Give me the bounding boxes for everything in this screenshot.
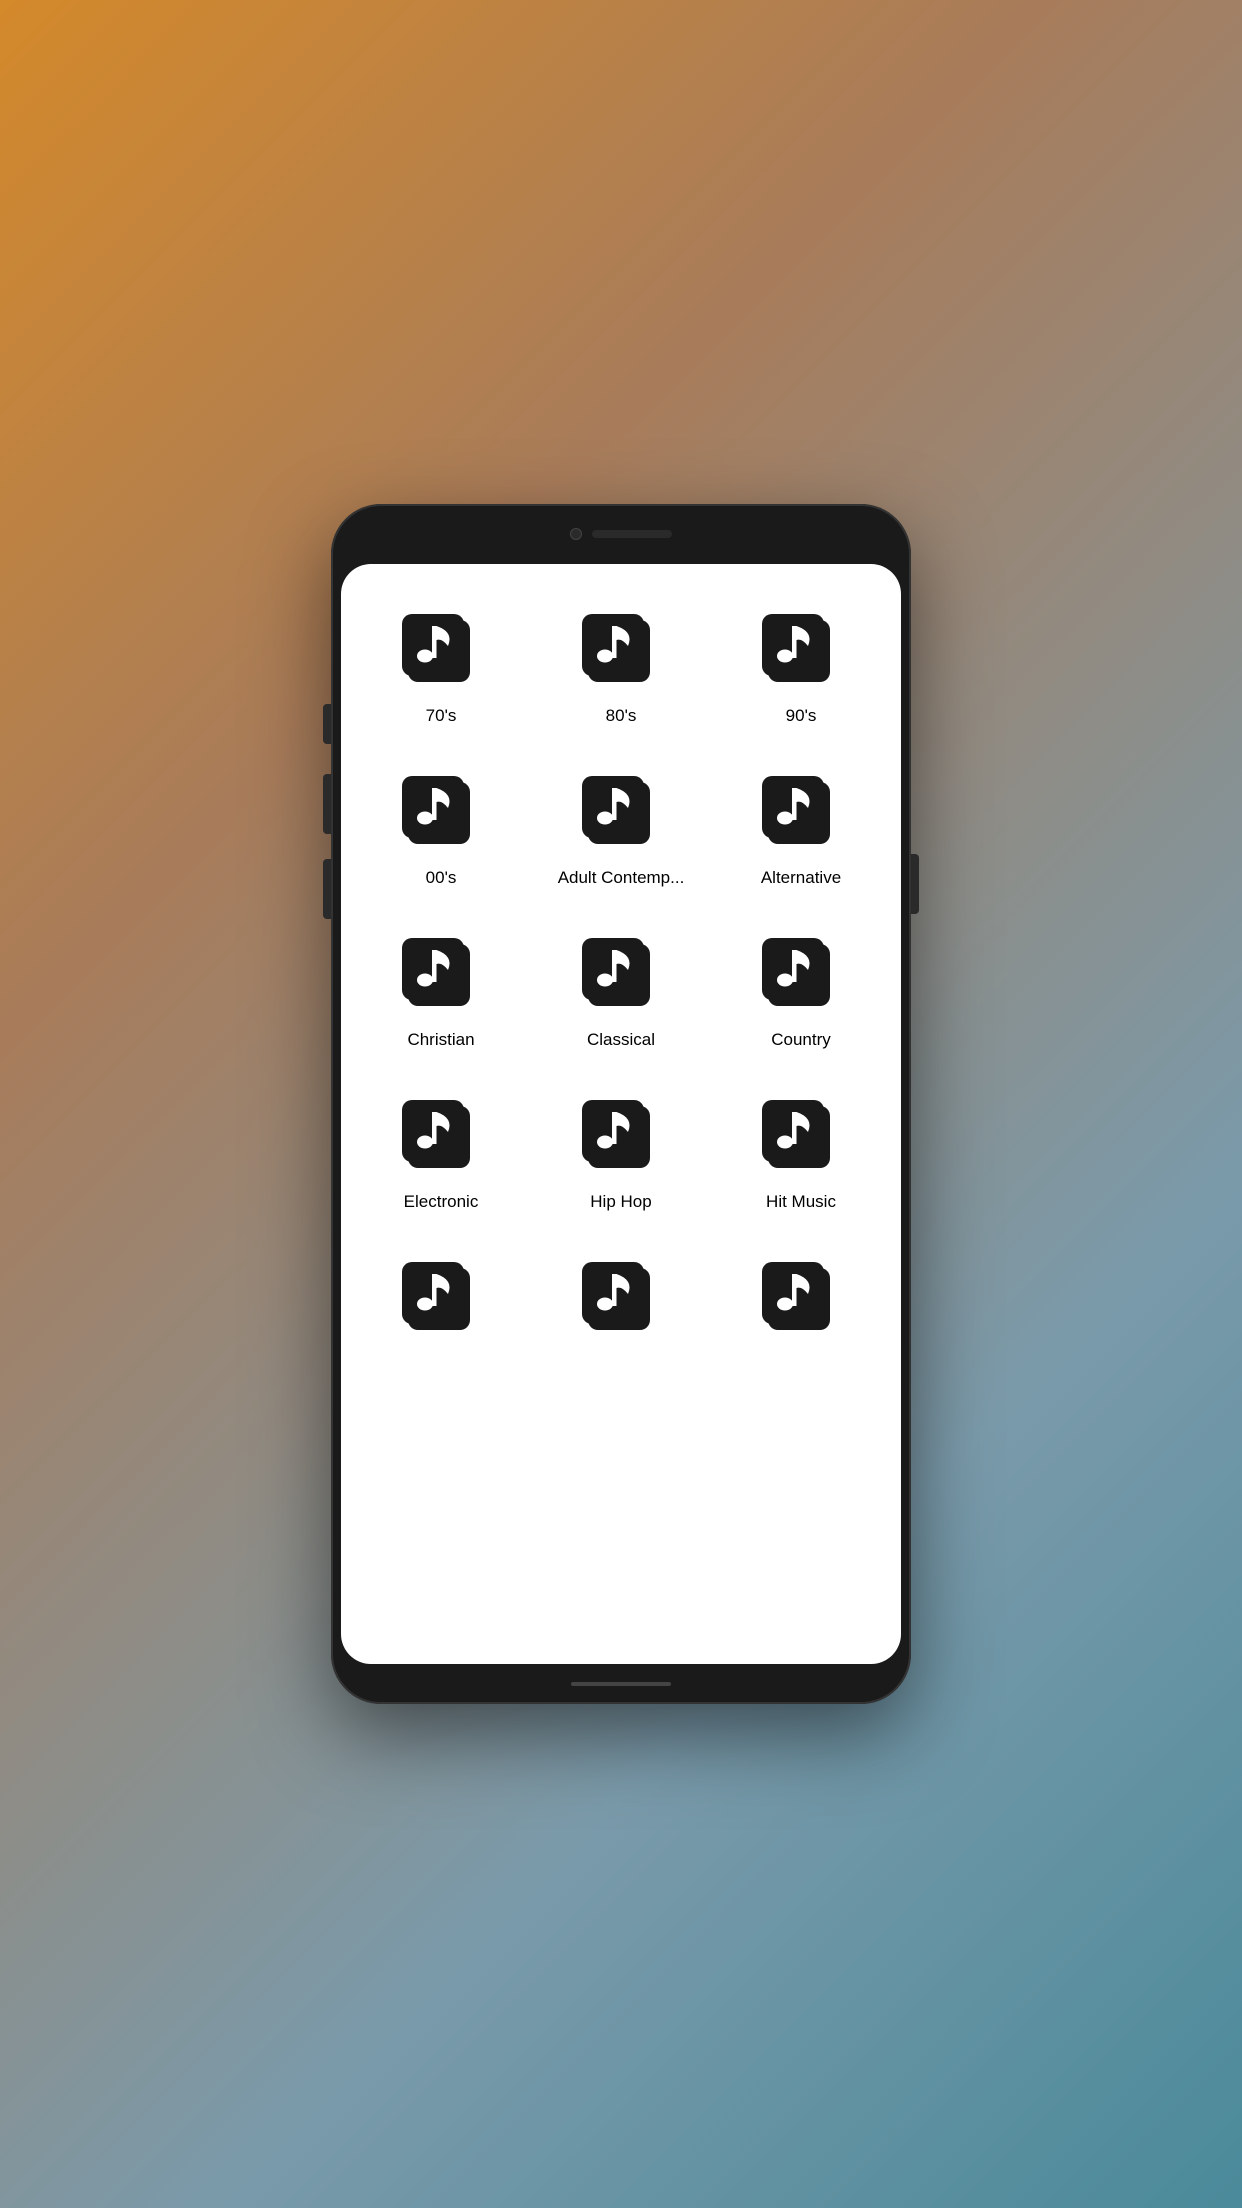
music-icon-country	[756, 928, 846, 1018]
music-icon-classical	[576, 928, 666, 1018]
phone-frame: 70's 80's	[331, 504, 911, 1704]
genre-label-christian: Christian	[407, 1030, 474, 1050]
genre-label-country: Country	[771, 1030, 831, 1050]
genre-label-alternative: Alternative	[761, 868, 841, 888]
music-icon-genre-13	[396, 1252, 486, 1342]
genre-item-genre-15[interactable]	[711, 1232, 891, 1374]
genre-item-hip-hop[interactable]: Hip Hop	[531, 1070, 711, 1232]
earpiece-speaker	[592, 530, 672, 538]
volume-up-button	[323, 774, 331, 834]
genre-item-christian[interactable]: Christian	[351, 908, 531, 1070]
genre-label-hit-music: Hit Music	[766, 1192, 836, 1212]
genre-label-00s: 00's	[426, 868, 457, 888]
music-icon-electronic	[396, 1090, 486, 1180]
music-icon-80s	[576, 604, 666, 694]
genre-grid: 70's 80's	[341, 564, 901, 1394]
genre-label-90s: 90's	[786, 706, 817, 726]
music-icon-70s	[396, 604, 486, 694]
music-icon-alternative	[756, 766, 846, 856]
music-icon-adult-contemporary	[576, 766, 666, 856]
music-icon-90s	[756, 604, 846, 694]
genre-item-country[interactable]: Country	[711, 908, 891, 1070]
music-icon-00s	[396, 766, 486, 856]
power-button	[911, 854, 919, 914]
genre-item-70s[interactable]: 70's	[351, 584, 531, 746]
music-icon-hip-hop	[576, 1090, 666, 1180]
screen-content[interactable]: 70's 80's	[341, 564, 901, 1664]
music-icon-hit-music	[756, 1090, 846, 1180]
mute-button	[323, 704, 331, 744]
genre-item-classical[interactable]: Classical	[531, 908, 711, 1070]
front-camera	[570, 528, 582, 540]
genre-item-alternative[interactable]: Alternative	[711, 746, 891, 908]
genre-label-adult-contemporary: Adult Contemp...	[558, 868, 685, 888]
genre-item-adult-contemporary[interactable]: Adult Contemp...	[531, 746, 711, 908]
genre-item-genre-14[interactable]	[531, 1232, 711, 1374]
genre-item-hit-music[interactable]: Hit Music	[711, 1070, 891, 1232]
genre-item-genre-13[interactable]	[351, 1232, 531, 1374]
phone-screen: 70's 80's	[341, 564, 901, 1664]
phone-top-bar	[331, 504, 911, 564]
genre-label-70s: 70's	[426, 706, 457, 726]
phone-bottom-bar	[331, 1664, 911, 1704]
music-icon-genre-15	[756, 1252, 846, 1342]
genre-item-00s[interactable]: 00's	[351, 746, 531, 908]
volume-down-button	[323, 859, 331, 919]
genre-label-classical: Classical	[587, 1030, 655, 1050]
genre-item-electronic[interactable]: Electronic	[351, 1070, 531, 1232]
genre-item-90s[interactable]: 90's	[711, 584, 891, 746]
music-icon-genre-14	[576, 1252, 666, 1342]
genre-label-electronic: Electronic	[404, 1192, 479, 1212]
home-indicator	[571, 1682, 671, 1686]
genre-label-hip-hop: Hip Hop	[590, 1192, 651, 1212]
music-icon-christian	[396, 928, 486, 1018]
genre-item-80s[interactable]: 80's	[531, 584, 711, 746]
genre-label-80s: 80's	[606, 706, 637, 726]
